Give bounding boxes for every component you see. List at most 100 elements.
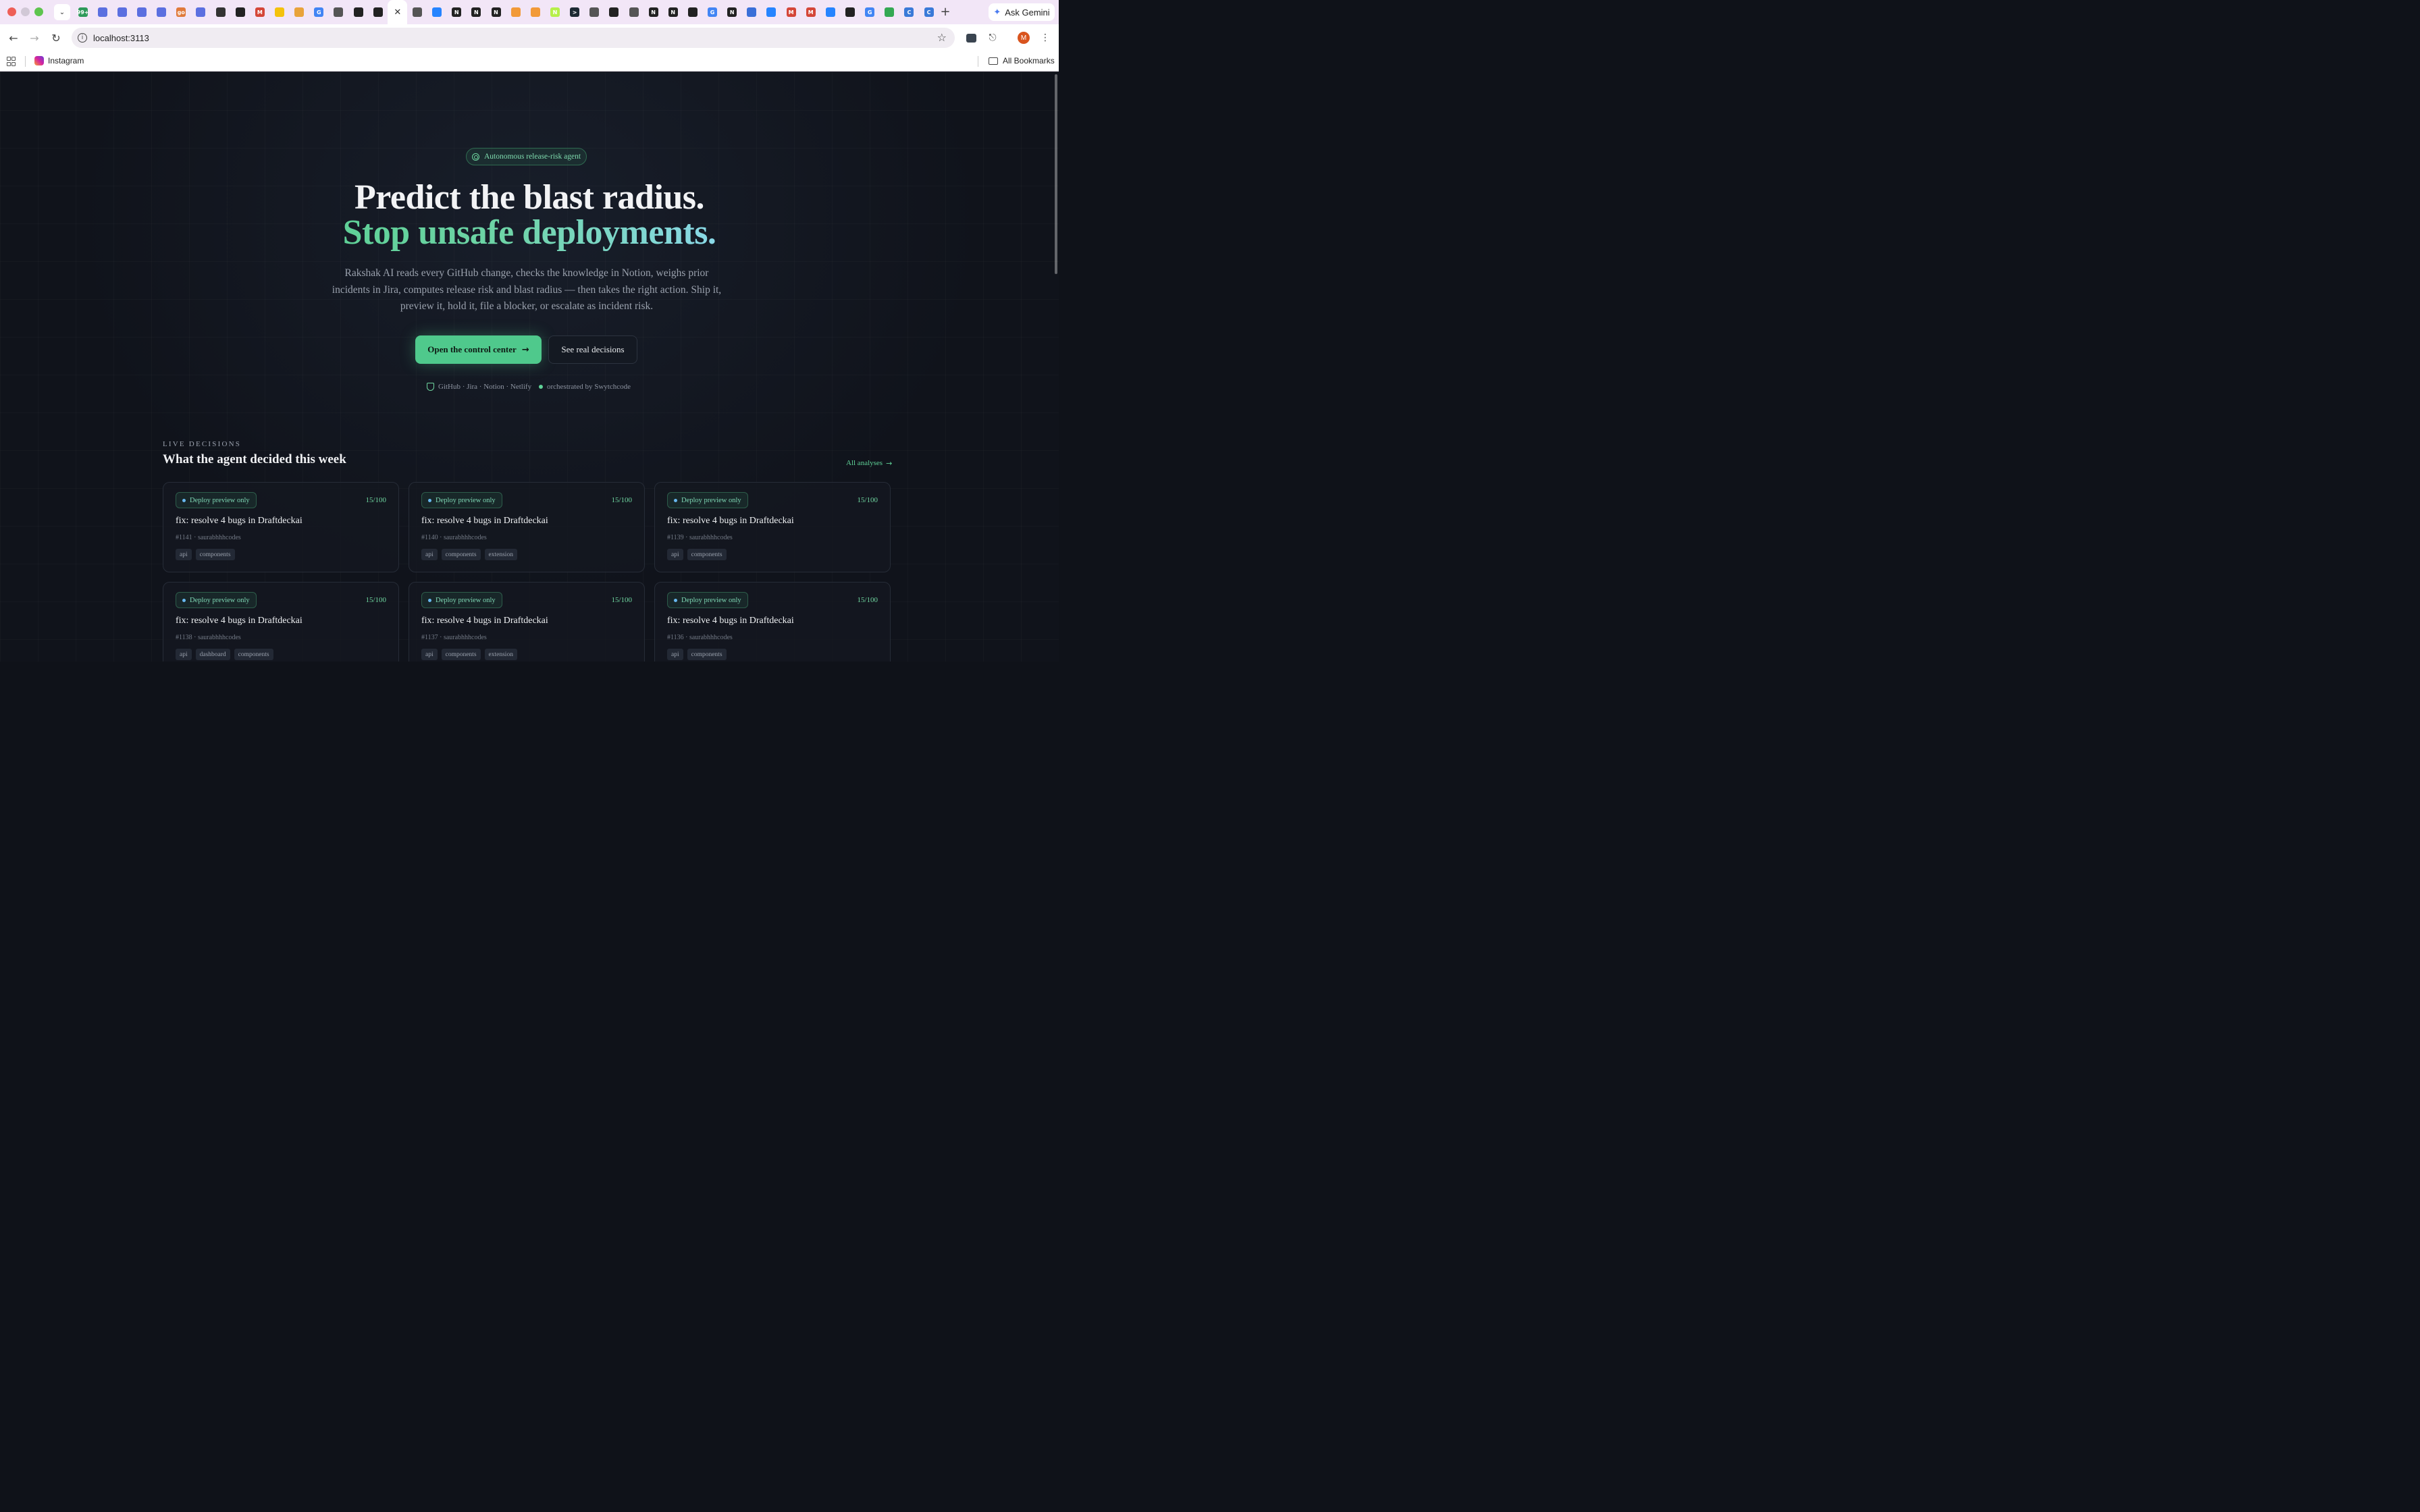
hero-headline-line1: Predict the blast radius. bbox=[354, 178, 705, 217]
browser-tab[interactable] bbox=[624, 0, 643, 24]
forward-button[interactable]: → bbox=[27, 30, 42, 45]
status-dot-icon bbox=[674, 598, 677, 602]
decision-tag: components bbox=[441, 549, 481, 560]
browser-tab[interactable] bbox=[506, 0, 525, 24]
browser-tab[interactable] bbox=[840, 0, 860, 24]
browser-tab[interactable] bbox=[329, 0, 348, 24]
decision-status-label: Deploy preview only bbox=[681, 496, 741, 504]
window-close-button[interactable] bbox=[7, 7, 16, 16]
browser-tab[interactable] bbox=[152, 0, 172, 24]
browser-tab[interactable] bbox=[348, 0, 368, 24]
notion-icon: N bbox=[471, 7, 481, 17]
tab-search-button[interactable]: ⌄ bbox=[54, 4, 70, 20]
github-icon bbox=[235, 7, 245, 17]
bookmark-star-icon[interactable]: ☆ bbox=[937, 31, 947, 44]
browser-tab[interactable] bbox=[683, 0, 702, 24]
browser-tab[interactable] bbox=[93, 0, 112, 24]
browser-tab[interactable] bbox=[368, 0, 388, 24]
gmail-icon: M bbox=[255, 7, 265, 17]
slides-icon bbox=[136, 7, 147, 17]
browser-tab[interactable]: M bbox=[801, 0, 820, 24]
browser-tab[interactable]: M bbox=[250, 0, 269, 24]
window-zoom-button[interactable] bbox=[34, 7, 43, 16]
globe-icon bbox=[589, 7, 600, 17]
browser-tab[interactable] bbox=[742, 0, 762, 24]
more-vert-icon: ⋮ bbox=[1041, 32, 1050, 43]
decision-tags: api components bbox=[667, 649, 727, 660]
browser-tab[interactable]: G bbox=[703, 0, 722, 24]
decision-card[interactable]: Deploy preview only 15/100 fix: resolve … bbox=[409, 582, 645, 662]
extension-camera-button[interactable] bbox=[964, 31, 978, 45]
ask-gemini-button[interactable]: ✦ Ask Gemini bbox=[989, 3, 1055, 21]
n-icon: N bbox=[550, 7, 560, 17]
decision-card[interactable]: Deploy preview only 15/100 fix: resolve … bbox=[654, 482, 891, 572]
browser-tab[interactable] bbox=[880, 0, 899, 24]
site-info-icon[interactable]: i bbox=[78, 33, 87, 43]
browser-tab[interactable] bbox=[269, 0, 289, 24]
browser-tab[interactable] bbox=[191, 0, 211, 24]
browser-tab[interactable] bbox=[407, 0, 427, 24]
slides-icon bbox=[196, 7, 206, 17]
decision-meta: #1140 · saurabhhhcodes bbox=[421, 534, 487, 541]
new-tab-button[interactable]: + bbox=[939, 5, 952, 20]
integrations-line: GitHub · Jira · Notion · Netlify bbox=[427, 383, 531, 391]
browser-tab[interactable]: go bbox=[172, 0, 191, 24]
browser-tab[interactable] bbox=[762, 0, 781, 24]
decision-status-label: Deploy preview only bbox=[436, 496, 496, 504]
address-bar[interactable]: i localhost:3113 ☆ bbox=[72, 28, 955, 48]
browser-tab[interactable] bbox=[604, 0, 624, 24]
browser-tab[interactable] bbox=[820, 0, 840, 24]
browser-tab[interactable] bbox=[112, 0, 132, 24]
atlassian-icon bbox=[432, 7, 442, 17]
profile-avatar[interactable]: M bbox=[1018, 32, 1030, 44]
decision-card[interactable]: Deploy preview only 15/100 fix: resolve … bbox=[163, 582, 399, 662]
apps-grid-icon[interactable] bbox=[7, 57, 16, 66]
browser-tab[interactable]: > bbox=[565, 0, 585, 24]
decision-status-pill: Deploy preview only bbox=[667, 592, 748, 608]
browser-tab[interactable]: C bbox=[919, 0, 939, 24]
browser-tab[interactable] bbox=[211, 0, 230, 24]
browser-tab[interactable]: G bbox=[860, 0, 880, 24]
reload-button[interactable]: ↻ bbox=[49, 30, 63, 45]
decision-card[interactable]: Deploy preview only 15/100 fix: resolve … bbox=[163, 482, 399, 572]
decision-status-label: Deploy preview only bbox=[436, 596, 496, 604]
browser-tab[interactable] bbox=[427, 0, 447, 24]
arrow-left-icon: ← bbox=[9, 31, 18, 45]
browser-tab[interactable] bbox=[132, 0, 151, 24]
open-control-center-label: Open the control center bbox=[427, 344, 517, 354]
decision-title: fix: resolve 4 bugs in Draftdeckai bbox=[176, 616, 302, 626]
browser-tab[interactable] bbox=[230, 0, 250, 24]
browser-tab[interactable] bbox=[525, 0, 545, 24]
decision-card[interactable]: Deploy preview only 15/100 fix: resolve … bbox=[409, 482, 645, 572]
badge-icon: 99+ bbox=[77, 7, 88, 17]
browser-tab[interactable]: C bbox=[899, 0, 919, 24]
bars-icon bbox=[294, 7, 305, 17]
browser-menu-button[interactable]: ⋮ bbox=[1038, 31, 1052, 45]
risk-score: 15/100 bbox=[365, 496, 386, 504]
back-button[interactable]: ← bbox=[6, 30, 21, 45]
all-bookmarks-button[interactable]: All Bookmarks bbox=[989, 56, 1055, 65]
browser-tab[interactable]: N bbox=[722, 0, 742, 24]
browser-tab[interactable]: G bbox=[309, 0, 329, 24]
browser-tab[interactable]: N bbox=[467, 0, 486, 24]
browser-tab[interactable] bbox=[585, 0, 604, 24]
browser-tab[interactable]: N bbox=[447, 0, 467, 24]
browser-tab[interactable] bbox=[290, 0, 309, 24]
browser-tab[interactable]: N bbox=[663, 0, 683, 24]
browser-tab[interactable]: N bbox=[643, 0, 663, 24]
open-control-center-button[interactable]: Open the control center → bbox=[415, 335, 542, 364]
all-analyses-link[interactable]: All analyses → bbox=[846, 459, 892, 468]
all-analyses-label: All analyses bbox=[846, 459, 883, 467]
browser-tab[interactable]: N bbox=[486, 0, 506, 24]
decision-card[interactable]: Deploy preview only 15/100 fix: resolve … bbox=[654, 582, 891, 662]
window-minimize-button[interactable] bbox=[21, 7, 30, 16]
bookmark-instagram[interactable]: Instagram bbox=[34, 56, 84, 65]
decision-tag: api bbox=[667, 649, 683, 660]
browser-tab[interactable]: 99+ bbox=[73, 0, 93, 24]
risk-score: 15/100 bbox=[365, 596, 386, 604]
browser-tab[interactable]: M bbox=[781, 0, 801, 24]
tab-active-close[interactable]: ✕ bbox=[388, 0, 408, 24]
extensions-button[interactable]: ⎋ bbox=[986, 31, 999, 45]
browser-tab[interactable]: N bbox=[545, 0, 564, 24]
see-real-decisions-button[interactable]: See real decisions bbox=[548, 335, 637, 364]
